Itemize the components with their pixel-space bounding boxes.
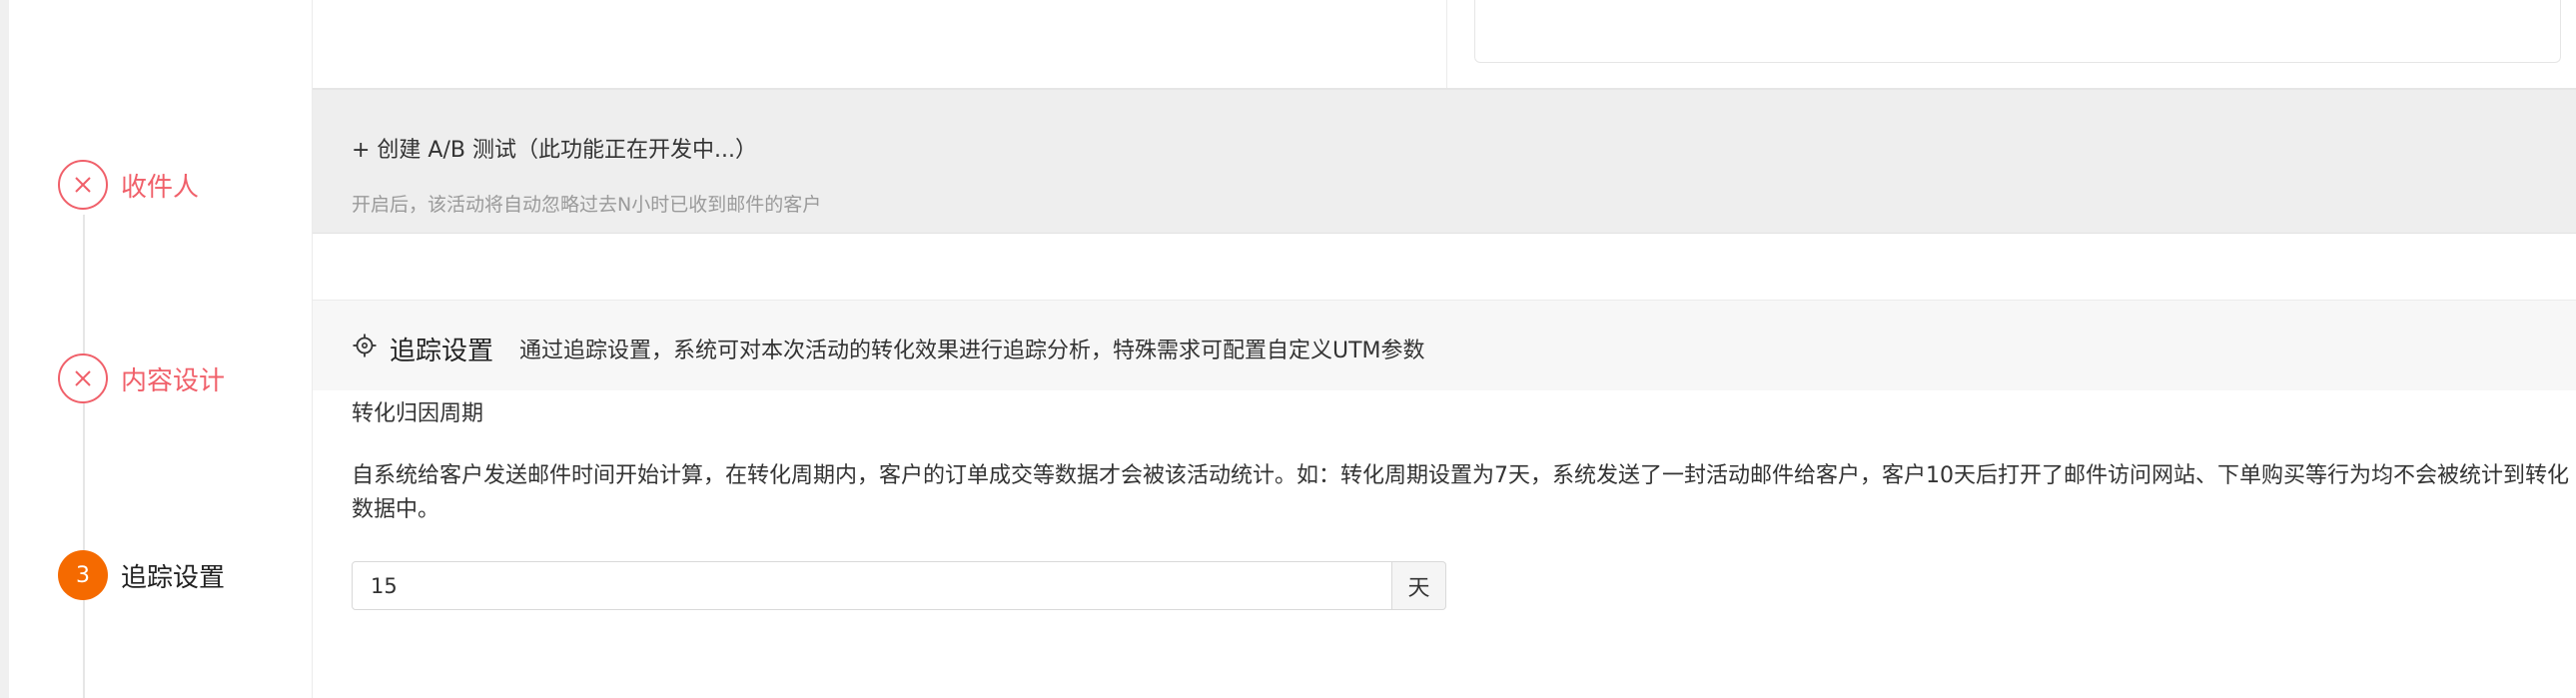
ab-test-hint: 开启后，该活动将自动忽略过去N小时已收到邮件的客户 [352, 194, 822, 216]
step-label-content-design: 内容设计 [121, 365, 226, 396]
conversion-period-label: 转化归因周期 [352, 401, 484, 426]
ab-test-panel: + 创建 A/B 测试（此功能正在开发中...） 开启后，该活动将自动忽略过去N… [313, 90, 2576, 234]
step-recipients[interactable]: 收件人 [58, 159, 199, 211]
tracking-header: 追踪设置 通过追踪设置，系统可对本次活动的转化效果进行追踪分析，特殊需求可配置自… [313, 300, 2576, 390]
main-content: + 创建 A/B 测试（此功能正在开发中...） 开启后，该活动将自动忽略过去N… [313, 0, 2576, 698]
preview-card [1474, 0, 2561, 63]
left-border [0, 0, 9, 698]
steps-connector-line [83, 215, 85, 698]
conversion-period-description: 自系统给客户发送邮件时间开始计算，在转化周期内，客户的订单成交等数据才会被该活动… [352, 463, 2569, 522]
close-icon [75, 177, 91, 193]
steps-sidebar: 收件人 内容设计 3 追踪设置 [9, 0, 313, 698]
step-label-recipients: 收件人 [121, 172, 200, 203]
target-icon [353, 334, 377, 357]
conversion-days-input[interactable] [352, 561, 1392, 610]
days-unit-label: 天 [1392, 561, 1446, 610]
step-tracking[interactable]: 3 追踪设置 [58, 549, 225, 601]
tracking-description: 通过追踪设置，系统可对本次活动的转化效果进行追踪分析，特殊需求可配置自定义UTM… [519, 339, 1425, 363]
tracking-title: 追踪设置 [390, 337, 494, 366]
close-icon [75, 370, 91, 386]
step-error-circle [58, 353, 108, 403]
step-number-circle: 3 [58, 550, 108, 600]
step-label-tracking: 追踪设置 [121, 562, 226, 593]
create-ab-test-link[interactable]: + 创建 A/B 测试（此功能正在开发中...） [352, 132, 757, 164]
step-content-design[interactable]: 内容设计 [58, 352, 225, 404]
conversion-period-field: 天 [352, 561, 1446, 610]
step-error-circle [58, 160, 108, 210]
previous-section-card [313, 0, 1447, 88]
